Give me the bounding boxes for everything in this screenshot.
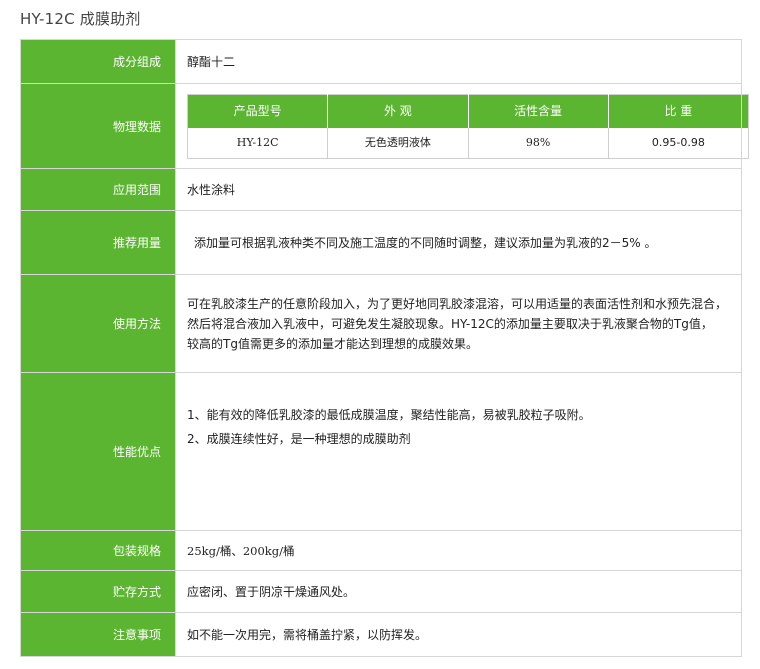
physical-header-row: 产品型号 外 观 活性含量 比 重 [187,94,749,128]
row-notes: 注意事项 如不能一次用完，需将桶盖拧紧，以防挥发。 [20,612,742,657]
value-application: 水性涂料 [175,168,742,211]
value-usage: 可在乳胶漆生产的任意阶段加入，为了更好地同乳胶漆混溶，可以用适量的表面活性剂和水… [175,274,742,373]
row-storage: 贮存方式 应密闭、置于阴凉干燥通风处。 [20,570,742,613]
label-application: 应用范围 [20,168,176,211]
label-advantages: 性能优点 [20,372,176,531]
row-composition: 成分组成 醇酯十二 [20,39,742,84]
physical-cell: 产品型号 外 观 活性含量 比 重 HY-12C 无色透明液体 98% 0.95… [175,83,749,169]
label-physical: 物理数据 [20,83,176,169]
label-storage: 贮存方式 [20,570,176,613]
row-application: 应用范围 水性涂料 [20,168,742,211]
physical-data-table: 产品型号 外 观 活性含量 比 重 HY-12C 无色透明液体 98% 0.95… [187,93,749,159]
value-active-content: 98% [468,127,609,158]
physical-value-row: HY-12C 无色透明液体 98% 0.95-0.98 [187,127,749,158]
label-composition: 成分组成 [20,39,176,84]
usage-line: 可在乳胶漆生产的任意阶段加入，为了更好地同乳胶漆混溶，可以用适量的表面活性剂和水… [187,296,728,311]
advantage-item: 1、能有效的降低乳胶漆的最低成膜温度，聚结性能高，易被乳胶粒子吸附。 [187,408,591,422]
page-title: HY-12C 成膜助剂 [20,10,141,28]
value-model: HY-12C [187,127,329,158]
label-dosage: 推荐用量 [20,210,176,275]
usage-line: 然后将混合液加入乳液中，可避免发生凝胶现象。HY-12C的添加量主要取决于乳液聚… [187,316,713,331]
label-notes: 注意事项 [20,612,176,657]
header-model: 产品型号 [187,94,329,128]
row-dosage: 推荐用量 添加量可根据乳液种类不同及施工温度的不同随时调整，建议添加量为乳液的2… [20,210,742,275]
value-dosage: 添加量可根据乳液种类不同及施工温度的不同随时调整，建议添加量为乳液的2－5% 。 [175,210,742,275]
value-advantages: 1、能有效的降低乳胶漆的最低成膜温度，聚结性能高，易被乳胶粒子吸附。 2、成膜连… [175,372,742,531]
value-specific-gravity: 0.95-0.98 [651,135,705,149]
row-advantages: 性能优点 1、能有效的降低乳胶漆的最低成膜温度，聚结性能高，易被乳胶粒子吸附。 … [20,372,742,531]
header-appearance: 外 观 [327,94,469,128]
value-appearance: 无色透明液体 [327,127,469,158]
value-composition: 醇酯十二 [175,39,742,84]
label-packaging: 包装规格 [20,530,176,571]
advantage-item: 2、成膜连续性好，是一种理想的成膜助剂 [187,432,411,446]
spec-table: 成分组成 醇酯十二 物理数据 产品型号 外 观 活性含量 比 重 HY-12C … [20,39,749,657]
row-packaging: 包装规格 25kg/桶、200kg/桶 [20,530,742,571]
value-packaging: 25kg/桶、200kg/桶 [175,530,742,571]
label-usage: 使用方法 [20,274,176,373]
header-specific-gravity: 比 重 [608,94,749,128]
value-storage: 应密闭、置于阴凉干燥通风处。 [175,570,742,613]
usage-line: 较高的Tg值需更多的添加量才能达到理想的成膜效果。 [187,336,478,351]
value-notes: 如不能一次用完，需将桶盖拧紧，以防挥发。 [175,612,742,657]
row-usage: 使用方法 可在乳胶漆生产的任意阶段加入，为了更好地同乳胶漆混溶，可以用适量的表面… [20,274,742,373]
header-active-content: 活性含量 [468,94,609,128]
row-physical: 物理数据 产品型号 外 观 活性含量 比 重 HY-12C 无色透明液体 98%… [20,83,749,169]
